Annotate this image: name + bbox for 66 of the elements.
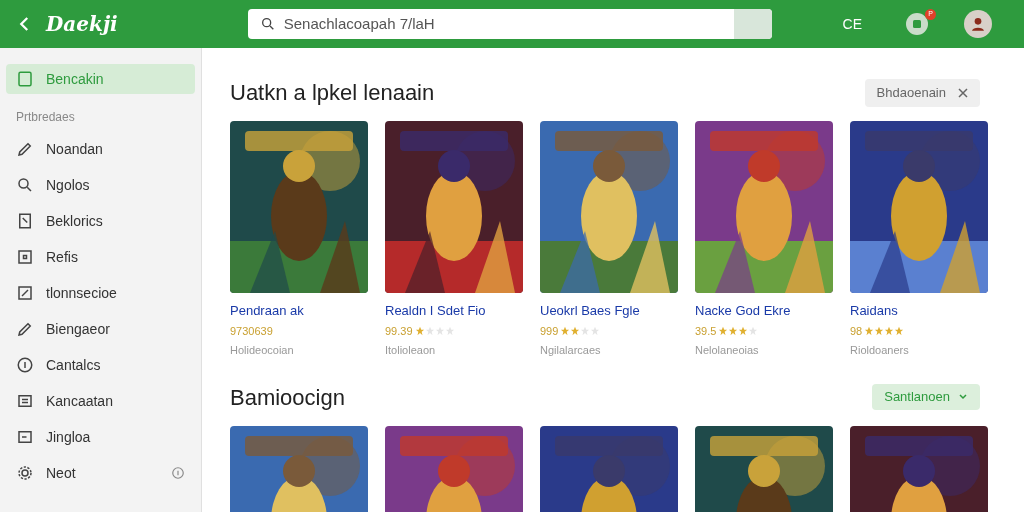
status-text: CE <box>842 15 862 34</box>
sidebar-item[interactable]: Biengaeor <box>6 314 195 344</box>
star-icon <box>570 325 581 336</box>
game-subtitle: Nelolaneoias <box>695 343 760 358</box>
app-logo: Daekji <box>46 11 118 38</box>
star-icon <box>884 325 895 336</box>
sidebar-item[interactable]: Neot <box>6 458 195 488</box>
list-icon <box>16 392 34 410</box>
close-icon <box>958 87 968 98</box>
card-icon <box>16 428 34 446</box>
notification-button[interactable] <box>906 13 928 35</box>
section-title: Uatkn a lpkel lenaain <box>230 79 435 107</box>
sidebar-item[interactable]: Ngolos <box>6 170 195 200</box>
settings-icon <box>16 464 34 482</box>
star-icon <box>434 325 445 336</box>
game-title[interactable]: Raidans <box>850 301 988 321</box>
square-icon <box>16 248 34 266</box>
search-field[interactable]: Senachlacoapah 7/laH <box>283 12 734 36</box>
edit-icon <box>16 284 34 302</box>
star-icon <box>414 325 425 336</box>
sidebar-heading: Prtbredaes <box>15 109 76 126</box>
game-title[interactable]: Realdn I Sdet Fio <box>385 301 523 321</box>
user-icon <box>970 16 986 32</box>
star-icon <box>748 325 759 336</box>
game-title[interactable]: Nacke God Ekre <box>695 301 833 321</box>
search-bar[interactable]: Senachlacoapah 7/laH <box>247 9 772 39</box>
pen-icon <box>16 140 34 158</box>
chevron-down-icon <box>958 392 968 402</box>
section-title: Bamioocign <box>230 383 345 412</box>
game-subtitle: Holideocoian <box>230 343 295 358</box>
search-icon <box>16 176 34 194</box>
star-icon <box>874 325 885 336</box>
star-icon <box>894 325 905 336</box>
rating-text: 98 <box>850 323 863 339</box>
game-subtitle: Itolioleaon <box>385 343 437 358</box>
star-icon <box>580 325 591 336</box>
game-title[interactable]: Pendraan ak <box>230 301 368 321</box>
sidebar-item[interactable]: Refis <box>6 242 195 272</box>
rating-text: 999 <box>540 323 559 339</box>
rating-text: 9730639 <box>230 323 273 339</box>
document-icon <box>16 212 34 230</box>
star-icon <box>590 325 601 336</box>
info-icon <box>16 356 34 374</box>
game-subtitle: Rioldoaners <box>850 343 910 358</box>
star-icon <box>444 325 455 336</box>
star-icon <box>728 325 739 336</box>
star-icon <box>864 325 875 336</box>
game-subtitle: Ngilalarcaes <box>540 343 602 358</box>
book-icon <box>16 70 34 88</box>
sidebar-item[interactable]: Cantalcs <box>6 350 195 380</box>
star-icon <box>738 325 749 336</box>
filter-chip[interactable]: Bhdaoenain <box>864 78 980 107</box>
sidebar-item[interactable]: Beklorics <box>6 206 195 236</box>
star-icon <box>424 325 435 336</box>
sidebar-item[interactable]: tlonnsecioe <box>6 278 195 308</box>
sidebar-item[interactable]: Jingloa <box>6 422 195 452</box>
sidebar-item[interactable]: Kancaatan <box>6 386 195 416</box>
rating-text: 39.5 <box>695 323 717 339</box>
avatar[interactable] <box>964 10 992 38</box>
sidebar-item[interactable]: Noandan <box>6 134 195 164</box>
game-title[interactable]: Ueokrl Baes Fgle <box>540 301 678 321</box>
pen-icon <box>16 320 34 338</box>
rating-text: 99.39 <box>385 323 413 339</box>
star-icon <box>560 325 571 336</box>
star-icon <box>718 325 729 336</box>
search-icon <box>259 16 276 32</box>
